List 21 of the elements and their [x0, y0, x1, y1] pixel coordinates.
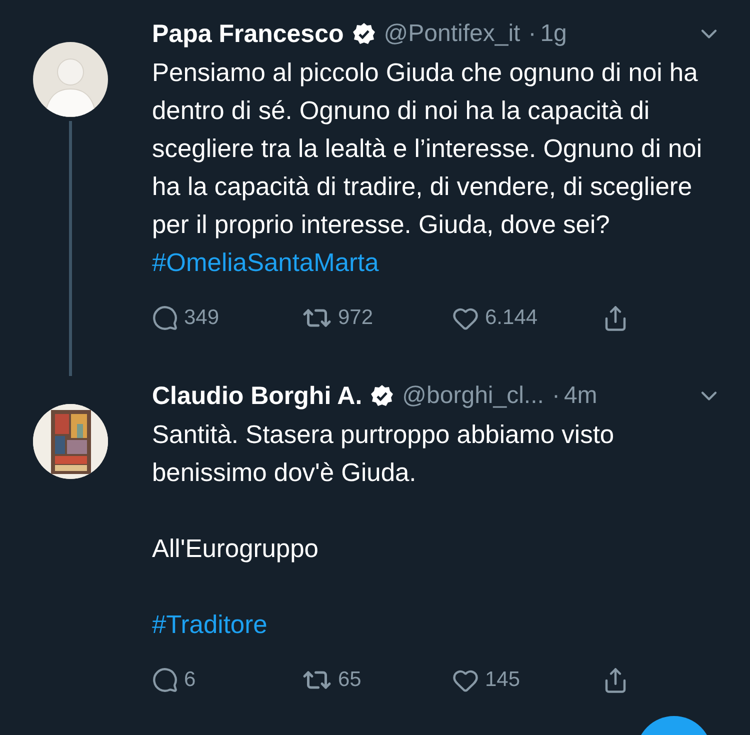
reply-icon	[152, 305, 178, 331]
author-handle: @borghi_cl...	[402, 382, 544, 410]
tweet-text: Santità. Stasera purtroppo abbiamo visto benissimo dov'è Giuda.	[152, 420, 616, 489]
time-separator: ·	[528, 20, 536, 48]
like-button[interactable]: 145	[452, 666, 602, 694]
like-button[interactable]: 6.144	[452, 304, 602, 332]
hashtag-link[interactable]: #OmeliaSantaMarta	[152, 244, 379, 282]
tweet-text: Pensiamo al piccolo Giuda che ognuno di noi ha dentro di sé. Ognuno di noi ha la capacità di scegliere tra la lealtà e l’interesse. Ognuno di noi ha la capacità di tradire, di vendere, di scegliere per il proprio interesse. Giuda, dove sei?	[152, 58, 703, 241]
reply-icon	[152, 667, 178, 693]
retweet-button[interactable]: 65	[302, 665, 452, 695]
reply-button[interactable]: 349	[152, 305, 302, 331]
author-handle: @Pontifex_it	[384, 20, 520, 48]
hashtag-link[interactable]: #Traditore	[152, 606, 268, 644]
reply-button[interactable]: 6	[152, 667, 302, 693]
tweet-time: 4m	[564, 382, 598, 410]
author-name[interactable]: Papa Francesco	[152, 20, 344, 48]
author-name[interactable]: Claudio Borghi A.	[152, 382, 362, 410]
tweet-time: 1g	[540, 20, 567, 48]
time-separator: ·	[552, 382, 560, 410]
retweet-button[interactable]: 972	[302, 303, 452, 333]
tweet-text: All'Eurogruppo	[152, 534, 320, 565]
